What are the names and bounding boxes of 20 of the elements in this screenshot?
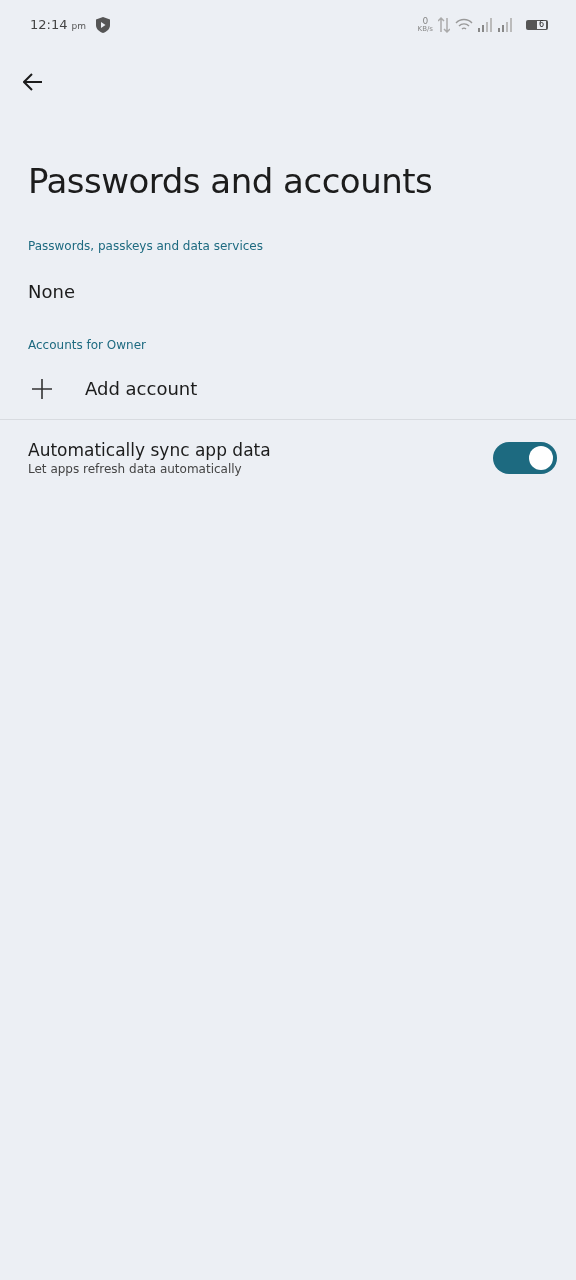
item-label: Add account: [85, 378, 198, 400]
wifi-icon: [455, 18, 473, 32]
page-title: Passwords and accounts: [28, 160, 434, 203]
signal-icon: [498, 18, 513, 32]
clock-period: pm: [71, 21, 86, 31]
add-account-item[interactable]: Add account: [0, 368, 576, 410]
back-icon[interactable]: [23, 73, 43, 91]
setting-title: Automatically sync app data: [28, 440, 271, 461]
speed-value: 0: [422, 17, 429, 26]
section-header: Passwords, passkeys and data services: [28, 239, 264, 254]
list-item[interactable]: None: [28, 281, 576, 303]
plus-icon: [32, 378, 52, 399]
toggle-switch[interactable]: [493, 442, 557, 475]
shield-icon: [95, 17, 110, 33]
clock: 12:14: [30, 17, 68, 32]
signal-icon: [478, 18, 493, 32]
data-arrows-icon: [438, 16, 450, 34]
section-header: Accounts for Owner: [28, 338, 147, 353]
setting-summary: Let apps refresh data automatically: [28, 462, 243, 477]
battery-level: 6: [536, 21, 546, 29]
